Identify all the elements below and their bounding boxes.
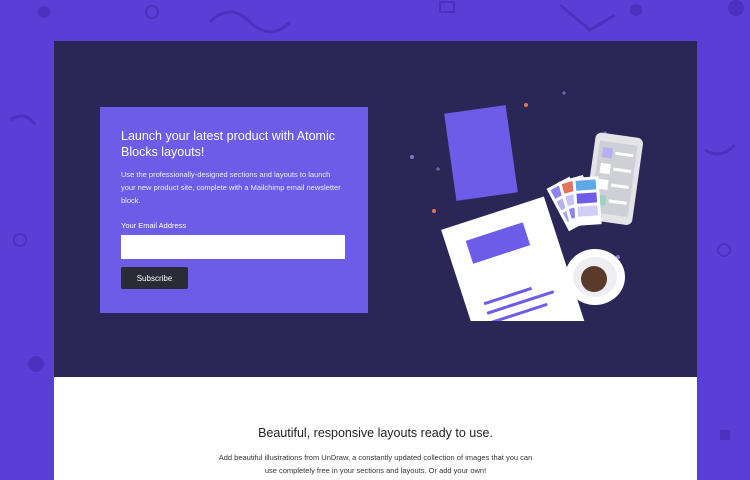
folder-icon	[444, 105, 518, 201]
email-label: Your Email Address	[121, 221, 187, 230]
email-input[interactable]	[121, 235, 345, 259]
page-frame: Launch your latest product with Atomic B…	[54, 41, 697, 480]
hero-description: Use the professionally-designed sections…	[121, 170, 341, 205]
section-description: Add beautiful illustrations from UnDraw,…	[218, 453, 533, 475]
section-title: Beautiful, responsive layouts ready to u…	[258, 426, 493, 440]
hero-illustration	[410, 91, 643, 321]
signup-card: Launch your latest product with Atomic B…	[100, 107, 368, 313]
hero-section: Launch your latest product with Atomic B…	[54, 41, 697, 377]
subscribe-button[interactable]: Subscribe	[121, 267, 188, 289]
color-swatch-icon	[546, 174, 602, 232]
hero-title: Launch your latest product with Atomic B…	[121, 129, 336, 159]
